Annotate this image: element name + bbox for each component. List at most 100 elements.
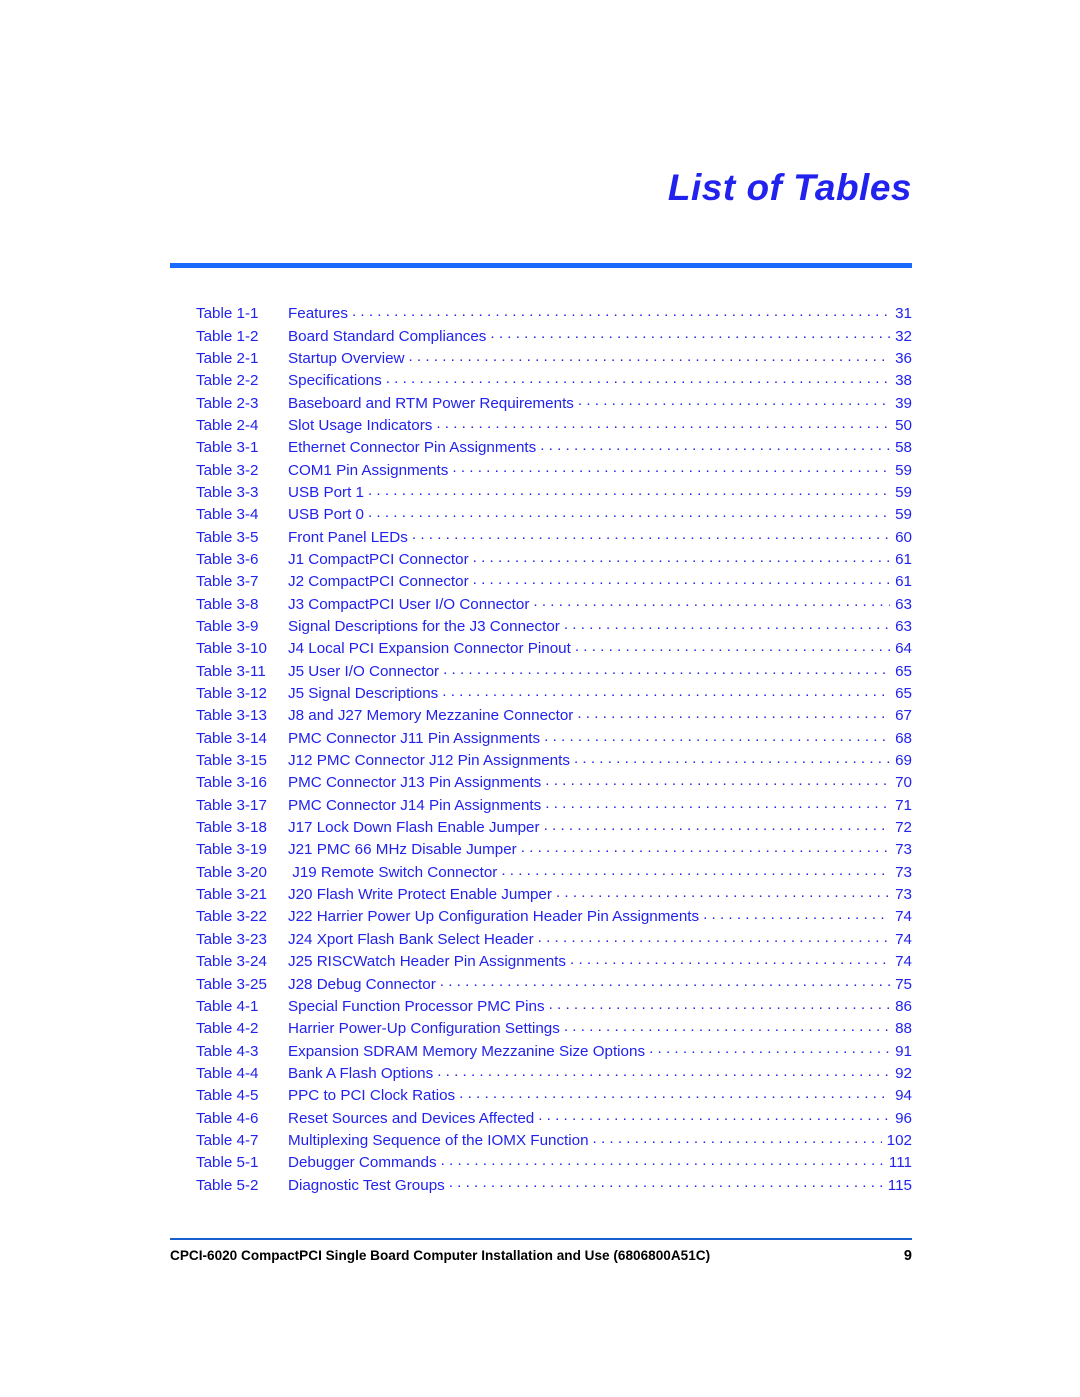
toc-entry-page-number: 111	[888, 1154, 912, 1172]
toc-entry[interactable]: Table 3-19 J21 PMC 66 MHz Disable Jumper 7…	[170, 839, 912, 861]
toc-entry[interactable]: Table 4-1 Special Function Processor PMC …	[170, 996, 912, 1018]
toc-entry[interactable]: Table 2-2 Specifications 38	[170, 370, 912, 392]
page-footer: CPCI-6020 CompactPCI Single Board Comput…	[170, 1248, 912, 1264]
toc-entry[interactable]: Table 3-24 J25 RISCWatch Header Pin Assig…	[170, 951, 912, 973]
toc-dot-leader	[412, 526, 890, 541]
toc-entry[interactable]: Table 4-6 Reset Sources and Devices Affec…	[170, 1107, 912, 1129]
toc-entry[interactable]: Table 3-17 PMC Connector J14 Pin Assignme…	[170, 795, 912, 817]
toc-entry-page-number: 60	[895, 528, 912, 546]
toc-entry-page-number: 61	[895, 550, 912, 568]
toc-entry-title: J3 CompactPCI User I/O Connector	[288, 595, 530, 613]
toc-entry[interactable]: Table 3-5 Front Panel LEDs 60	[170, 526, 912, 548]
toc-entry-label: Table 4-7	[196, 1131, 259, 1149]
toc-entry-title: PMC Connector J13 Pin Assignments	[288, 774, 542, 792]
toc-entry[interactable]: Table 3-14 PMC Connector J11 Pin Assignme…	[170, 728, 912, 750]
toc-entry-label: Table 4-2	[196, 1020, 259, 1038]
toc-entry[interactable]: Table 3-16 PMC Connector J13 Pin Assignme…	[170, 772, 912, 794]
toc-entry-page-number: 71	[895, 796, 912, 814]
toc-entry-label: Table 4-3	[196, 1042, 259, 1060]
toc-entry[interactable]: Table 4-5 PPC to PCI Clock Ratios 94	[170, 1085, 912, 1107]
toc-entry-label: Table 4-1	[196, 997, 259, 1015]
toc-entry-label: Table 3-16	[196, 774, 267, 792]
toc-entry[interactable]: Table 3-11 J5 User I/O Connector 65	[170, 661, 912, 683]
toc-entry[interactable]: Table 3-2 COM1 Pin Assignments 59	[170, 459, 912, 481]
toc-entry[interactable]: Table 3-20 J19 Remote Switch Connector 73	[170, 862, 912, 884]
toc-entry-label: Table 3-23	[196, 930, 267, 948]
toc-entry[interactable]: Table 3-8 J3 CompactPCI User I/O Connecto…	[170, 593, 912, 615]
toc-entry[interactable]: Table 3-3 USB Port 1 59	[170, 482, 912, 504]
toc-entry-page-number: 63	[895, 618, 912, 635]
toc-entry[interactable]: Table 3-22 J22 Harrier Power Up Configura…	[170, 906, 912, 928]
toc-entry-label: Table 3-24	[196, 953, 267, 971]
toc-entry[interactable]: Table 3-25 J28 Debug Connector 75	[170, 973, 912, 995]
toc-entry-page-number: 65	[895, 685, 912, 703]
toc-entry[interactable]: Table 3-13 J8 and J27 Memory Mezzanine Co…	[170, 705, 912, 727]
toc-entry[interactable]: Table 3-21 J20 Flash Write Protect Enable…	[170, 884, 912, 906]
toc-entry[interactable]: Table 3-10 J4 Local PCI Expansion Connect…	[170, 638, 912, 660]
toc-entry[interactable]: Table 2-3 Baseboard and RTM Power Require…	[170, 392, 912, 414]
toc-dot-leader	[549, 996, 890, 1011]
toc-entry[interactable]: Table 4-3 Expansion SDRAM Memory Mezzanin…	[170, 1040, 912, 1062]
toc-entry-title: Specifications	[288, 372, 382, 390]
toc-entry-title: Front Panel LEDs	[288, 528, 408, 546]
toc-entry[interactable]: Table 4-7 Multiplexing Sequence of the IO…	[170, 1130, 912, 1152]
toc-entry[interactable]: Table 3-15 J12 PMC Connector J12 Pin Assi…	[170, 750, 912, 772]
toc-entry[interactable]: Table 3-4 USB Port 0 59	[170, 504, 912, 526]
toc-dot-leader	[437, 1063, 890, 1078]
toc-entry[interactable]: Table 4-4 Bank A Flash Options 92	[170, 1063, 912, 1085]
toc-entry[interactable]: Table 3-1 Ethernet Connector Pin Assignme…	[170, 437, 912, 459]
toc-dot-leader	[352, 303, 890, 318]
toc-dot-leader	[577, 705, 890, 720]
toc-dot-leader	[501, 862, 890, 877]
toc-entry[interactable]: Table 5-1 Debugger Commands 111	[170, 1152, 912, 1174]
toc-entry-page-number: 39	[895, 394, 912, 412]
toc-entry[interactable]: Table 1-1 Features 31	[170, 303, 912, 325]
toc-entry[interactable]: Table 3-7 J2 CompactPCI Connector 61	[170, 571, 912, 593]
toc-entry-label: Table 3-2	[196, 461, 259, 479]
toc-entry[interactable]: Table 3-6 J1 CompactPCI Connector 61	[170, 549, 912, 571]
toc-entry-title: J25 RISCWatch Header Pin Assignments	[288, 953, 566, 971]
toc-entry-title: Bank A Flash Options	[288, 1064, 434, 1082]
toc-dot-leader	[490, 325, 890, 340]
toc-entry[interactable]: Table 3-12 J5 Signal Descriptions 65	[170, 683, 912, 705]
toc-dot-leader	[574, 750, 890, 765]
toc-entry[interactable]: Table 1-2 Board Standard Compliances 32	[170, 325, 912, 347]
toc-dot-leader	[538, 1107, 890, 1122]
toc-entry-title: J24 Xport Flash Bank Select Header	[288, 930, 534, 948]
toc-entry-title: Multiplexing Sequence of the IOMX Functi…	[288, 1131, 589, 1149]
toc-entry[interactable]: Table 5-2 Diagnostic Test Groups 115	[170, 1174, 912, 1196]
toc-entry-label: Table 3-1	[196, 439, 259, 457]
toc-entry[interactable]: Table 3-23 J24 Xport Flash Bank Select He…	[170, 929, 912, 951]
toc-entry-title: Special Function Processor PMC Pins	[288, 997, 545, 1015]
toc-entry-label: Table 3-11	[196, 662, 266, 680]
toc-entry-page-number: 74	[895, 930, 912, 948]
toc-entry-label: Table 3-15	[196, 752, 267, 770]
toc-entry-title: J4 Local PCI Expansion Connector Pinout	[288, 640, 571, 658]
toc-entry-page-number: 32	[895, 327, 912, 345]
toc-entry-title: PMC Connector J14 Pin Assignments	[288, 796, 542, 814]
toc-entry[interactable]: Table 2-1 Startup Overview 36	[170, 348, 912, 370]
toc-entry-title: COM1 Pin Assignments	[288, 461, 449, 479]
toc-entry-page-number: 67	[895, 707, 912, 725]
toc-entry[interactable]: Table 4-2 Harrier Power-Up Configuration …	[170, 1018, 912, 1040]
toc-dot-leader	[459, 1085, 890, 1100]
toc-dot-leader	[521, 839, 890, 854]
toc-entry-label: Table 3-10	[196, 640, 267, 658]
toc-entry-title: PMC Connector J11 Pin Assignments	[288, 729, 541, 747]
toc-entry-page-number: 86	[895, 997, 912, 1015]
toc-entry-title: Reset Sources and Devices Affected	[288, 1109, 535, 1127]
toc-dot-leader	[386, 370, 890, 385]
toc-dot-leader	[578, 392, 890, 407]
toc-entry-page-number: 75	[895, 975, 912, 993]
toc-entry-label: Table 5-1	[196, 1154, 259, 1172]
toc-entry-label: Table 2-4	[196, 416, 259, 434]
toc-entry[interactable]: Table 2-4 Slot Usage Indicators 50	[170, 415, 912, 437]
toc-entry-page-number: 72	[895, 819, 912, 837]
toc-entry-page-number: 73	[895, 841, 912, 859]
toc-entry[interactable]: Table 3-9 Signal Descriptions for the J3 …	[170, 616, 912, 638]
toc-entry-label: Table 3-21	[196, 886, 267, 904]
toc-entry-title: Debugger Commands	[288, 1154, 437, 1172]
toc-entry[interactable]: Table 3-18 J17 Lock Down Flash Enable Jum…	[170, 817, 912, 839]
toc-entry-label: Table 4-6	[196, 1109, 259, 1127]
toc-entry-title: PPC to PCI Clock Ratios	[288, 1087, 456, 1105]
